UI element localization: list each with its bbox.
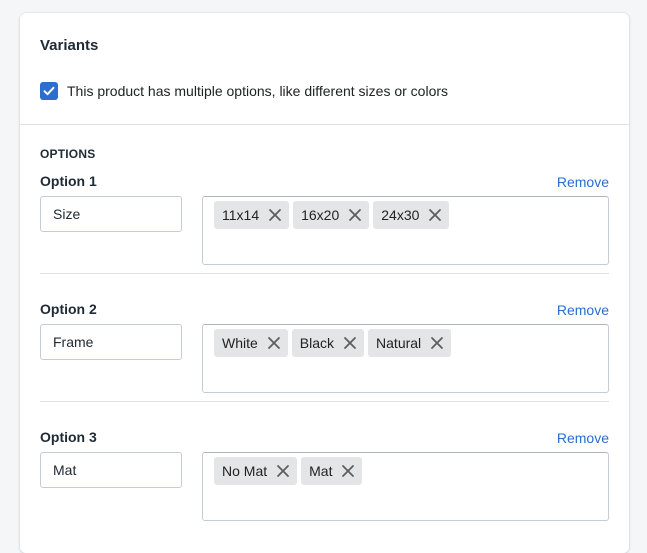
option-divider	[40, 273, 609, 274]
remove-option-button[interactable]: Remove	[557, 430, 609, 446]
card-title: Variants	[40, 37, 99, 54]
option-name-input[interactable]	[40, 196, 182, 232]
value-tag-label: 16x20	[301, 207, 340, 223]
close-icon[interactable]	[338, 461, 358, 481]
value-tag-label: Natural	[376, 335, 422, 351]
option-name-input[interactable]	[40, 324, 182, 360]
value-tag: Mat	[301, 457, 363, 485]
remove-option-button[interactable]: Remove	[557, 302, 609, 318]
multiple-options-checkbox-row[interactable]: This product has multiple options, like …	[40, 82, 448, 100]
option-values-input[interactable]: 11x14 16x20 24x30	[202, 196, 609, 265]
value-tag-label: 24x30	[381, 207, 420, 223]
option-label: Option 1	[40, 173, 97, 189]
close-icon[interactable]	[264, 333, 284, 353]
value-tag: 24x30	[373, 201, 450, 229]
close-icon[interactable]	[265, 205, 285, 225]
option-name-input[interactable]	[40, 452, 182, 488]
value-tag-label: No Mat	[222, 463, 268, 479]
value-tag-label: Mat	[309, 463, 333, 479]
value-tag-label: Black	[299, 335, 335, 351]
value-tag: Natural	[368, 329, 452, 357]
checkmark-icon	[43, 86, 55, 96]
options-heading: OPTIONS	[40, 147, 96, 161]
option-label: Option 2	[40, 301, 97, 317]
close-icon[interactable]	[340, 333, 360, 353]
option-values-input[interactable]: No Mat Mat	[202, 452, 609, 521]
option-label: Option 3	[40, 429, 97, 445]
option-values-input[interactable]: White Black Natural	[202, 324, 609, 393]
close-icon[interactable]	[427, 333, 447, 353]
option-divider	[40, 401, 609, 402]
multiple-options-checkbox[interactable]	[40, 82, 58, 100]
value-tag: 16x20	[293, 201, 370, 229]
value-tag: White	[214, 329, 288, 357]
value-tag-label: 11x14	[222, 207, 260, 223]
close-icon[interactable]	[345, 205, 365, 225]
checkbox-label: This product has multiple options, like …	[67, 83, 449, 99]
close-icon[interactable]	[273, 461, 293, 481]
variants-card: Variants This product has multiple optio…	[20, 13, 629, 553]
value-tag: Black	[291, 329, 365, 357]
value-tag-label: White	[222, 335, 258, 351]
card-header: Variants This product has multiple optio…	[20, 13, 629, 125]
remove-option-button[interactable]: Remove	[557, 174, 609, 190]
value-tag: No Mat	[214, 457, 298, 485]
value-tag: 11x14	[214, 201, 290, 229]
close-icon[interactable]	[425, 205, 445, 225]
